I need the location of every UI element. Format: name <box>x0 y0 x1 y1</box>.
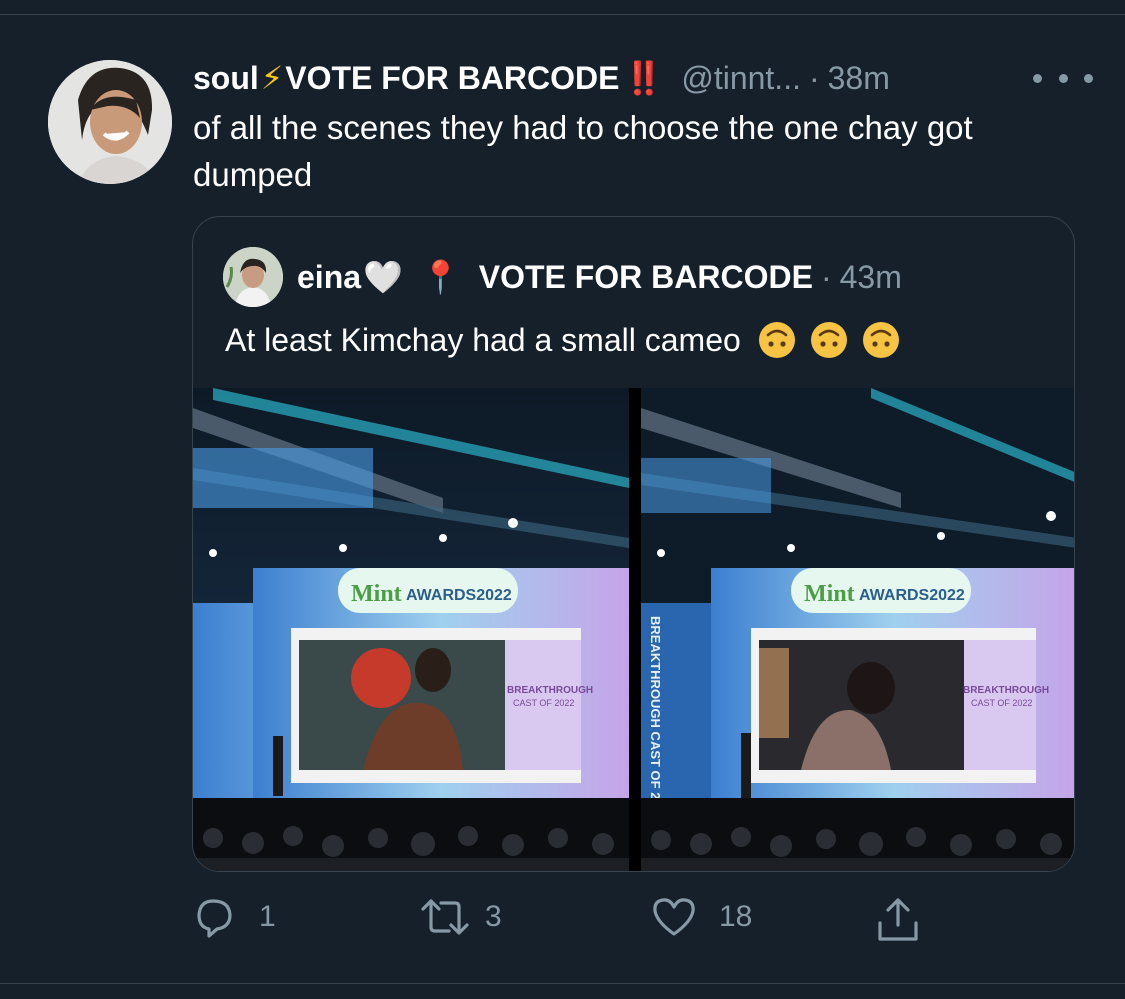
lightning-emoji-icon: ⚡ <box>260 60 284 96</box>
quoted-media-grid: Mint AWARDS2022 BREAKTHROUGH CAST OF 202… <box>193 388 1074 871</box>
quoted-tweet-timestamp[interactable]: 43m <box>840 259 902 296</box>
screen-text-line1-2: BREAKTHROUGH <box>963 685 1049 696</box>
reply-icon <box>197 899 232 938</box>
awards-logo-text: AWARDS2022 <box>406 587 512 604</box>
quoted-author-avatar[interactable] <box>223 247 283 307</box>
divider-top <box>0 14 1125 15</box>
quoted-author-display-name[interactable]: eina <box>297 259 361 296</box>
screen-text-line2: CAST OF 2022 <box>513 698 574 708</box>
quoted-separator-dot: · <box>820 258 832 295</box>
separator-dot: · <box>808 59 820 96</box>
retweet-button[interactable]: 3 <box>419 895 502 939</box>
author-handle[interactable]: @tinnt... <box>681 60 801 97</box>
author-avatar[interactable] <box>48 60 172 184</box>
quoted-tweet-text: At least Kimchay had a small cameo <box>225 321 741 358</box>
reply-count: 1 <box>259 900 276 933</box>
share-icon <box>878 898 918 941</box>
quoted-tweet-header: eina 🤍 📍 VOTE FOR BARCODE · 43m <box>297 255 902 299</box>
quoted-tweet[interactable]: eina 🤍 📍 VOTE FOR BARCODE · 43m At least… <box>192 216 1075 872</box>
tweet-header: soul ⚡ VOTE FOR BARCODE ‼️ @tinnt... · 3… <box>193 56 1093 100</box>
awards-logo-text-2: AWARDS2022 <box>859 587 965 604</box>
mint-logo-text: Mint <box>351 581 402 607</box>
media-image-2[interactable]: Mint AWARDS2022 BREAKTHROUGH CAST OF 202… <box>640 388 1074 871</box>
quoted-tweet-text-row: At least Kimchay had a small cameo <box>225 320 901 360</box>
author-display-name[interactable]: soul <box>193 60 259 97</box>
double-exclamation-emoji-icon: ‼️ <box>623 60 664 96</box>
upside-down-face-icon <box>810 322 847 358</box>
pushpin-emoji-icon: 📍 <box>420 259 461 295</box>
tweet-action-bar: 1 3 18 <box>193 895 1093 945</box>
divider-bottom <box>0 983 1125 984</box>
screen-text-line2-2: CAST OF 2022 <box>971 698 1032 708</box>
share-button[interactable] <box>875 895 921 945</box>
media-image-1[interactable]: Mint AWARDS2022 BREAKTHROUGH CAST OF 202… <box>193 388 629 871</box>
upside-down-face-icon <box>862 322 899 358</box>
tweet-text: of all the scenes they had to choose the… <box>193 109 973 193</box>
tweet-screen: soul ⚡ VOTE FOR BARCODE ‼️ @tinnt... · 3… <box>0 0 1125 999</box>
retweet-icon <box>421 899 469 935</box>
upside-down-face-icon <box>758 322 795 358</box>
quoted-author-display-name-rest[interactable]: VOTE FOR BARCODE <box>479 259 813 296</box>
more-horizontal-icon[interactable] <box>1033 60 1093 96</box>
like-button[interactable]: 18 <box>651 895 752 939</box>
like-count: 18 <box>719 900 753 933</box>
retweet-count: 3 <box>485 900 502 933</box>
screen-text-line1: BREAKTHROUGH <box>507 685 593 696</box>
mint-logo-text-2: Mint <box>804 581 855 607</box>
side-banner-text: BREAKTHROUGH CAST OF 2022 <box>648 616 663 821</box>
heart-icon <box>653 898 695 936</box>
author-display-name-rest[interactable]: VOTE FOR BARCODE <box>285 60 619 97</box>
tweet-timestamp[interactable]: 38m <box>828 60 890 97</box>
reply-button[interactable]: 1 <box>193 895 276 939</box>
white-heart-emoji-icon: 🤍 <box>363 259 403 295</box>
